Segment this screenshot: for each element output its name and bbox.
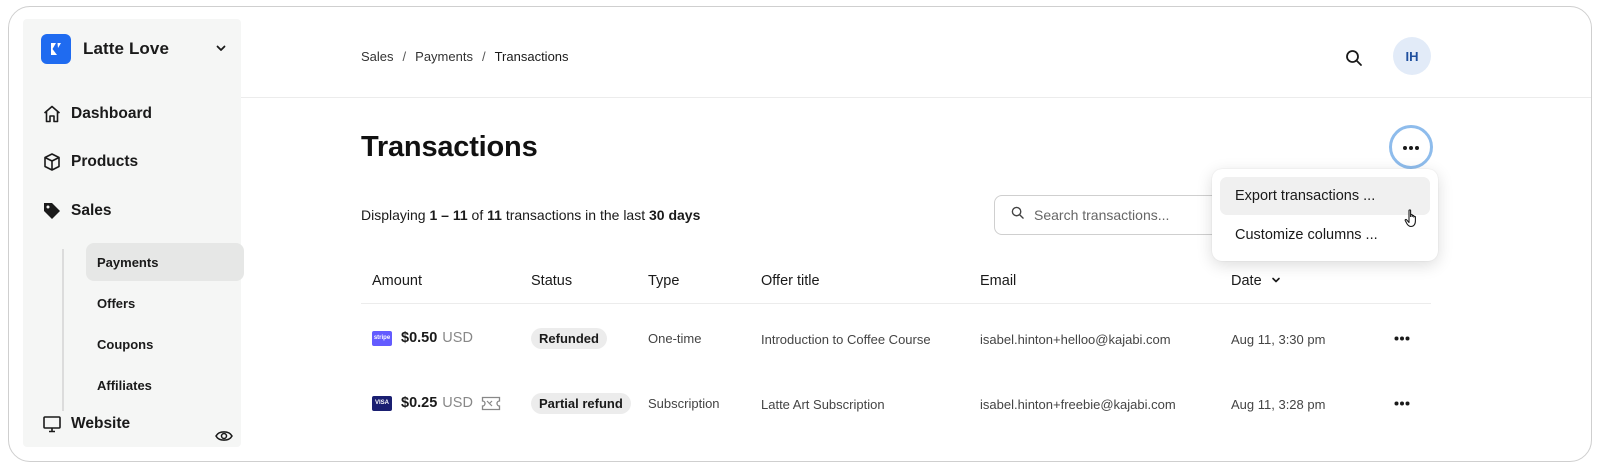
app-window: Latte Love Dashboard Products Sales Paym… — [8, 6, 1592, 462]
sidebar-subitem-affiliates[interactable]: Affiliates — [86, 366, 244, 404]
sidebar-item-dashboard[interactable]: Dashboard — [41, 101, 152, 127]
email-cell[interactable]: isabel.hinton+helloo@kajabi.com — [980, 328, 1171, 350]
menu-item-export-transactions[interactable]: Export transactions ... — [1220, 177, 1430, 215]
amount-currency: USD — [442, 395, 473, 411]
column-header-amount[interactable]: Amount — [372, 273, 422, 289]
site-switcher[interactable]: Latte Love — [41, 33, 227, 65]
breadcrumb-separator: / — [481, 49, 486, 64]
sidebar-item-products[interactable]: Products — [41, 149, 138, 175]
status-cell: Refunded — [531, 327, 607, 349]
column-header-date[interactable]: Date — [1231, 273, 1281, 289]
box-icon — [41, 151, 63, 173]
breadcrumb-transactions: Transactions — [494, 49, 569, 64]
sidebar-item-label: Products — [71, 153, 139, 170]
breadcrumb-payments[interactable]: Payments — [415, 49, 473, 64]
row-more-button[interactable] — [1391, 391, 1413, 413]
search-icon — [1011, 206, 1024, 224]
hand-pointer-cursor-icon — [1404, 209, 1420, 234]
avatar[interactable]: IH — [1393, 37, 1431, 75]
amount-cell: VISA $0.25 USD — [372, 392, 501, 414]
amount-currency: USD — [442, 330, 473, 346]
email-cell[interactable]: isabel.hinton+freebie@kajabi.com — [980, 393, 1176, 415]
amount-value: $0.50 — [401, 330, 438, 346]
home-icon — [41, 103, 63, 125]
more-options-button[interactable] — [1389, 125, 1433, 169]
sidebar: Latte Love Dashboard Products Sales Paym… — [23, 19, 244, 448]
visa-logo-icon: VISA — [372, 395, 392, 411]
menu-item-customize-columns[interactable]: Customize columns ... — [1220, 216, 1430, 254]
more-horizontal-icon — [1394, 393, 1410, 411]
more-horizontal-icon — [1394, 328, 1410, 346]
type-cell: Subscription — [648, 395, 720, 411]
chevron-down-icon — [215, 41, 227, 59]
stripe-logo-icon: stripe — [372, 330, 392, 346]
column-header-offer-title[interactable]: Offer title — [761, 273, 820, 289]
search-transactions-field[interactable] — [994, 195, 1234, 235]
chevron-down-icon — [1271, 273, 1281, 289]
breadcrumb-sales[interactable]: Sales — [361, 49, 394, 64]
breadcrumb-separator: / — [402, 49, 407, 64]
tag-icon — [41, 200, 63, 222]
kajabi-logo-icon — [41, 34, 71, 64]
amount-cell: stripe $0.50 USD — [372, 327, 473, 349]
sidebar-item-website[interactable]: Website — [41, 411, 130, 437]
results-summary: Displaying 1 – 11 of 11 transactions in … — [361, 207, 701, 223]
sidebar-subitem-coupons[interactable]: Coupons — [86, 325, 244, 363]
sidebar-subitem-offers[interactable]: Offers — [86, 284, 244, 322]
eye-icon[interactable] — [215, 429, 233, 448]
page-title: Transactions — [361, 131, 538, 163]
search-input[interactable] — [1034, 207, 1214, 223]
sidebar-item-label: Dashboard — [71, 105, 152, 122]
status-badge: Partial refund — [531, 392, 631, 414]
amount-value: $0.25 — [401, 395, 438, 411]
column-header-email[interactable]: Email — [980, 273, 1016, 289]
monitor-icon — [41, 413, 63, 435]
date-cell: Aug 11, 3:30 pm — [1231, 331, 1326, 347]
offer-title-cell[interactable]: Latte Art Subscription — [761, 393, 885, 415]
more-horizontal-icon — [1402, 138, 1420, 156]
breadcrumb: Sales / Payments / Transactions — [361, 49, 569, 64]
column-header-type[interactable]: Type — [648, 273, 679, 289]
sidebar-item-label: Website — [71, 415, 131, 432]
site-name: Latte Love — [83, 39, 170, 58]
row-more-button[interactable] — [1391, 326, 1413, 348]
table-header-divider — [361, 303, 1431, 304]
type-cell: One-time — [648, 330, 702, 346]
status-cell: Partial refund — [531, 392, 631, 414]
subscription-ticket-icon — [481, 396, 501, 411]
sidebar-subitem-payments[interactable]: Payments — [86, 243, 244, 281]
sidebar-item-label: Sales — [71, 202, 112, 219]
offer-title-cell[interactable]: Introduction to Coffee Course — [761, 328, 931, 350]
column-header-label: Date — [1231, 273, 1262, 289]
header-divider — [241, 97, 1591, 98]
sidebar-item-sales[interactable]: Sales — [41, 198, 112, 224]
column-header-status[interactable]: Status — [531, 273, 572, 289]
status-badge: Refunded — [531, 327, 607, 349]
subnav-divider — [62, 249, 64, 411]
search-icon[interactable] — [1343, 47, 1365, 69]
date-cell: Aug 11, 3:28 pm — [1231, 396, 1326, 412]
